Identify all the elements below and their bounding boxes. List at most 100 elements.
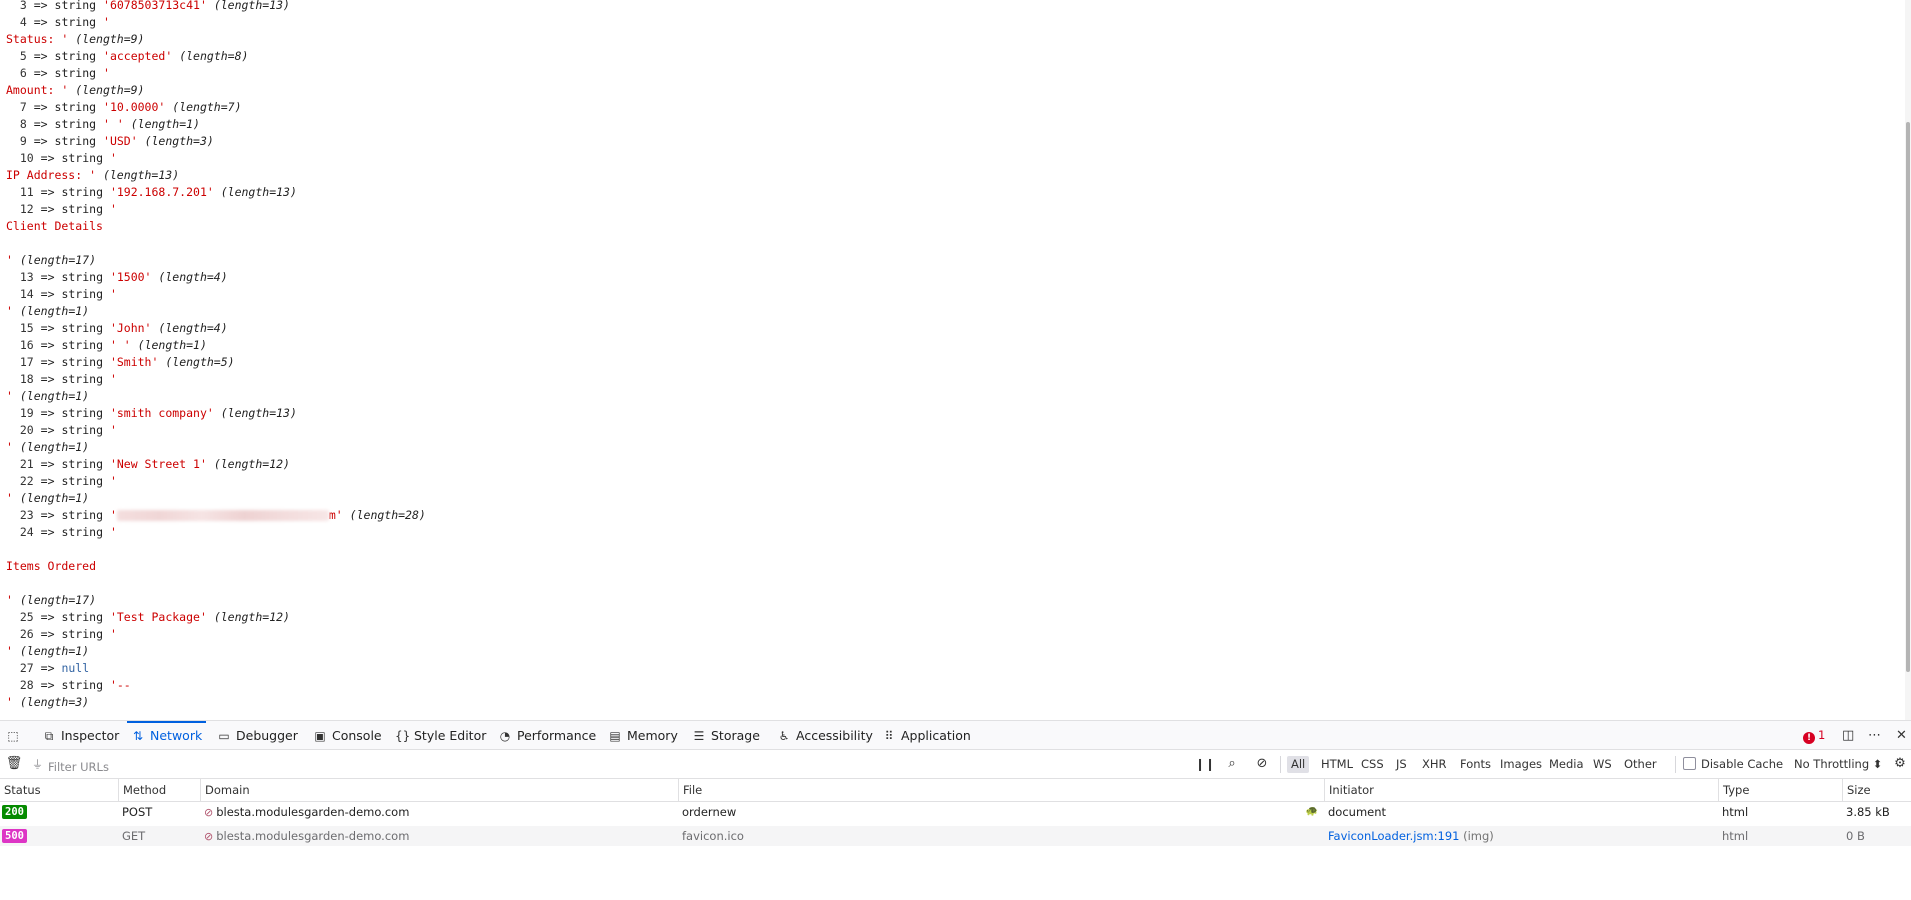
dump-length: (length=12) bbox=[213, 610, 290, 624]
disable-cache-checkbox[interactable]: Disable Cache bbox=[1683, 756, 1783, 773]
dump-length: (length=9) bbox=[75, 32, 145, 46]
domain-cell: ⊘ blesta.modulesgarden-demo.com bbox=[200, 802, 678, 822]
dump-arrow: => bbox=[33, 15, 48, 29]
dump-string-continuation: Amount: ' bbox=[6, 83, 69, 97]
devtools-tab-bar: ⬚ ⧉ Inspector ⇅ Network ▭ Debugger ▣ Console {} S… bbox=[0, 720, 1911, 750]
request-initiator[interactable]: FaviconLoader.jsm:191 bbox=[1328, 829, 1459, 843]
request-initiator: document bbox=[1328, 805, 1387, 819]
request-row[interactable]: 500 GET ⊘ blesta.modulesgarden-demo.com favi… bbox=[0, 826, 1911, 846]
filter-other[interactable]: Other bbox=[1620, 756, 1661, 773]
dump-arrow: => bbox=[40, 151, 55, 165]
tab-console[interactable]: ▣ Console bbox=[313, 721, 381, 750]
column-header-status[interactable]: Status bbox=[0, 779, 118, 801]
gear-icon[interactable]: ⚙ bbox=[1890, 750, 1910, 778]
file-cell: ordernew 🐢 bbox=[678, 802, 1324, 822]
tab-style-editor[interactable]: {} Style Editor bbox=[395, 721, 486, 750]
filter-urls-input[interactable] bbox=[30, 758, 928, 776]
pause-icon[interactable]: ❙❙ bbox=[1195, 750, 1215, 778]
dump-index: 8 bbox=[19, 117, 27, 131]
tab-performance[interactable]: ◔ Performance bbox=[498, 721, 596, 750]
dump-type: string bbox=[61, 678, 103, 692]
dump-length: (length=1) bbox=[19, 644, 90, 658]
filter-ws[interactable]: WS bbox=[1589, 756, 1616, 773]
tab-application[interactable]: ⠿ Application bbox=[882, 721, 971, 750]
dump-line: 24 => string ' bbox=[6, 524, 117, 541]
dump-line: Status: ' (length=9) bbox=[6, 31, 145, 48]
column-header-file[interactable]: File bbox=[678, 779, 1324, 801]
filter-media[interactable]: Media bbox=[1545, 756, 1588, 773]
column-header-domain[interactable]: Domain bbox=[200, 779, 678, 801]
more-options-icon[interactable]: ⋯ bbox=[1868, 721, 1881, 750]
tab-network[interactable]: ⇅ Network bbox=[126, 721, 207, 750]
tab-inspector[interactable]: ⧉ Inspector bbox=[42, 721, 120, 750]
element-picker-icon[interactable]: ⬚ bbox=[6, 721, 25, 750]
filter-images[interactable]: Images bbox=[1496, 756, 1546, 773]
dump-index: 13 bbox=[19, 270, 34, 284]
request-row[interactable]: 200 POST ⊘ blesta.modulesgarden-demo.com ord… bbox=[0, 802, 1911, 822]
filter-xhr[interactable]: XHR bbox=[1418, 756, 1451, 773]
column-header-type[interactable]: Type bbox=[1718, 779, 1842, 801]
column-header-initiator[interactable]: Initiator bbox=[1324, 779, 1718, 801]
filter-fonts[interactable]: Fonts bbox=[1456, 756, 1495, 773]
dump-length: (length=4) bbox=[158, 270, 228, 284]
dump-line: 11 => string '192.168.7.201' (length=13) bbox=[6, 184, 297, 201]
dump-line: 21 => string 'New Street 1' (length=12) bbox=[6, 456, 290, 473]
initiator-type: (img) bbox=[1463, 829, 1494, 843]
domain-cell: ⊘ blesta.modulesgarden-demo.com bbox=[200, 826, 678, 846]
dump-index: 14 bbox=[19, 287, 34, 301]
dump-index: 3 bbox=[19, 0, 27, 12]
dump-type: string bbox=[54, 100, 97, 114]
column-header-method[interactable]: Method bbox=[118, 779, 200, 801]
search-icon[interactable]: ⌕ bbox=[1222, 750, 1242, 778]
dump-index: 24 bbox=[19, 525, 34, 539]
tab-memory[interactable]: ▤ Memory bbox=[608, 721, 678, 750]
tab-storage[interactable]: ☰ Storage bbox=[692, 721, 760, 750]
dump-string-value: ' bbox=[109, 372, 117, 386]
dump-line: ' (length=1) bbox=[6, 303, 89, 320]
dump-string-continuation: ' bbox=[6, 304, 13, 318]
error-count-badge[interactable]: ! 1 bbox=[1803, 721, 1825, 750]
dump-length: (length=4) bbox=[158, 321, 228, 335]
dump-arrow: => bbox=[40, 321, 55, 335]
dump-arrow: => bbox=[33, 117, 48, 131]
throttling-select[interactable]: No Throttling ⬍ bbox=[1794, 756, 1882, 773]
filter-js[interactable]: JS bbox=[1392, 756, 1411, 773]
scrollbar-thumb[interactable] bbox=[1906, 122, 1910, 672]
trash-icon[interactable]: 🗑 bbox=[4, 750, 24, 778]
dump-line: 22 => string ' bbox=[6, 473, 117, 490]
tab-label: Accessibility bbox=[796, 728, 873, 743]
dump-index: 17 bbox=[19, 355, 34, 369]
dump-arrow: => bbox=[33, 49, 48, 63]
dump-line: IP Address: ' (length=13) bbox=[6, 167, 179, 184]
dump-index: 12 bbox=[19, 202, 34, 216]
dump-line: 6 => string ' bbox=[6, 65, 110, 82]
dump-string-continuation: Status: ' bbox=[6, 32, 69, 46]
filter-urls-box[interactable]: ⏚ bbox=[30, 756, 930, 776]
dump-arrow: => bbox=[33, 66, 48, 80]
filter-css[interactable]: CSS bbox=[1357, 756, 1388, 773]
dump-line: 9 => string 'USD' (length=3) bbox=[6, 133, 214, 150]
filter-all[interactable]: All bbox=[1287, 756, 1310, 773]
dump-arrow: => bbox=[40, 678, 55, 692]
dock-side-icon[interactable]: ◫ bbox=[1842, 721, 1854, 750]
filter-html[interactable]: HTML bbox=[1317, 756, 1357, 773]
dump-index: 7 bbox=[19, 100, 27, 114]
dump-type: string bbox=[54, 0, 97, 12]
type-cell: html bbox=[1718, 826, 1842, 846]
block-icon[interactable]: ⊘ bbox=[1252, 750, 1272, 778]
tab-accessibility[interactable]: ♿ Accessibility bbox=[777, 721, 873, 750]
close-devtools-icon[interactable]: ✕ bbox=[1896, 721, 1907, 750]
dump-line: ' (length=1) bbox=[6, 490, 89, 507]
dump-string-value: 'New Street 1' bbox=[109, 457, 207, 471]
dump-string-value: ' bbox=[109, 202, 117, 216]
dump-line: ' (length=17) bbox=[6, 252, 96, 269]
checkbox-box[interactable] bbox=[1683, 757, 1696, 770]
page-scrollbar[interactable] bbox=[1905, 0, 1911, 720]
console-icon: ▣ bbox=[314, 729, 326, 743]
tab-debugger[interactable]: ▭ Debugger bbox=[217, 721, 298, 750]
dump-arrow: => bbox=[40, 423, 55, 437]
tab-label: Storage bbox=[711, 728, 760, 743]
dump-length: (length=1) bbox=[19, 491, 90, 505]
column-header-size[interactable]: Size bbox=[1842, 779, 1911, 801]
dump-line: 16 => string ' ' (length=1) bbox=[6, 337, 207, 354]
